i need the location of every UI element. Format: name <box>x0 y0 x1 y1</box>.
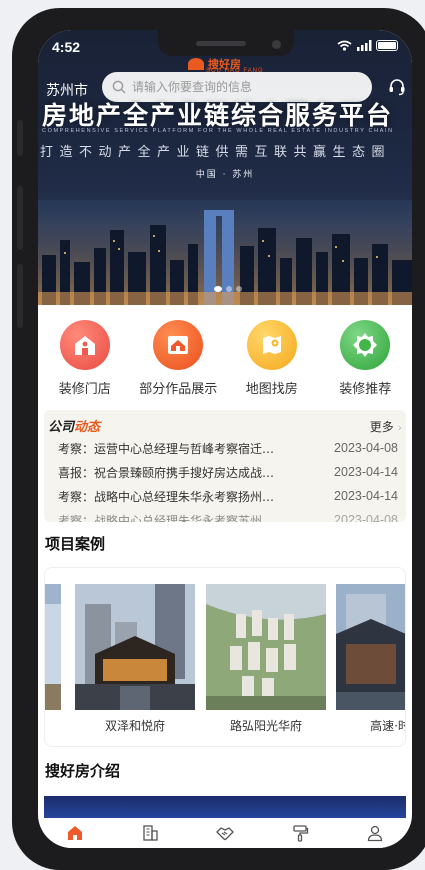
project-image <box>336 584 405 710</box>
project-name: 高速·时代 <box>370 719 405 733</box>
carousel-dot <box>236 286 242 292</box>
banner-location: 中国 · 苏州 <box>195 170 255 180</box>
banner-slogan: 打造不动产全产业链供需互联共赢生态圈 <box>40 145 392 160</box>
hero-banner[interactable]: 4:52 搜好房 SOU HAO FANG 苏州市 请输入你要查询的信息 房地产… <box>38 30 412 305</box>
banner-english-line: COMPREHENSIVE SERVICE PLATFORM FOR THE W… <box>42 128 394 134</box>
phone-volume-down <box>17 264 23 328</box>
news-brand-b: 动态 <box>74 420 101 435</box>
news-item-date: 2023-04-14 <box>334 489 398 503</box>
phone-volume-up <box>17 186 23 250</box>
quick-nav-gallery[interactable]: 部分作品展示 <box>133 320 223 400</box>
quick-nav-label: 地图找房 <box>245 382 298 397</box>
project-name: 双泽和悦府 <box>104 719 165 733</box>
bottom-tab-bar <box>38 818 412 848</box>
news-item-title: 考察：战略中心总经理朱华永考察扬州… <box>58 489 275 504</box>
project-card[interactable]: 高速·时代 <box>336 584 405 734</box>
store-icon <box>59 320 110 370</box>
news-list: 考察：运营中心总经理与哲峰考察宿迁… 2023-04-08 喜报：祝合景臻颐府携… <box>58 436 398 522</box>
carousel-dot <box>226 286 232 292</box>
recommend-icon <box>340 320 391 370</box>
earpiece-speaker <box>196 41 246 46</box>
status-time: 4:52 <box>52 39 81 55</box>
logo-mark-icon <box>188 58 204 70</box>
tab-buildings[interactable] <box>130 820 170 846</box>
quick-nav-label: 装修门店 <box>58 382 111 397</box>
home-icon <box>68 826 83 840</box>
tab-decoration[interactable] <box>280 820 320 846</box>
battery-icon <box>376 40 398 51</box>
news-more-link[interactable]: 更多 › <box>370 418 402 435</box>
news-item-date: 2023-04-08 <box>334 513 398 522</box>
tab-home[interactable] <box>55 820 95 846</box>
search-input[interactable] <box>132 80 352 94</box>
news-item-title: 考察：战略中心总经理朱华永考察苏州… <box>58 513 275 523</box>
handshake-icon <box>216 827 234 841</box>
user-icon <box>367 825 382 842</box>
quick-nav-label: 部分作品展示 <box>139 382 218 397</box>
news-item[interactable]: 考察：运营中心总经理与哲峰考察宿迁… 2023-04-08 <box>58 436 398 460</box>
intro-section-title: 搜好房介绍 <box>45 762 121 780</box>
project-card[interactable]: 双泽和悦府 <box>75 584 195 734</box>
app-screen: 4:52 搜好房 SOU HAO FANG 苏州市 请输入你要查询的信息 房地产… <box>38 30 412 848</box>
search-icon <box>112 80 126 94</box>
banner-headline: 房地产全产业链综合服务平台 <box>42 101 394 130</box>
intro-banner-image[interactable] <box>44 796 406 820</box>
news-more-label: 更多 <box>369 420 394 434</box>
quick-nav-map[interactable]: 地图找房 <box>227 320 317 400</box>
project-image <box>75 584 195 710</box>
gallery-icon <box>153 320 204 370</box>
map-icon <box>246 320 297 370</box>
tab-profile[interactable] <box>355 820 395 846</box>
project-cases-carousel[interactable]: 双泽和悦府 路弘阳光华府 高速· <box>44 567 406 747</box>
signal-icon <box>357 40 372 51</box>
project-card[interactable]: 路弘阳光华府 <box>206 584 326 734</box>
phone-mute-switch <box>17 120 23 156</box>
news-item-date: 2023-04-14 <box>334 465 398 479</box>
quick-nav-recommend[interactable]: 装修推荐 <box>320 320 410 400</box>
news-header: 公司动态 更多 › <box>48 416 402 435</box>
carousel-dot <box>214 286 222 292</box>
news-item[interactable]: 考察：战略中心总经理朱华永考察苏州… 2023-04-08 <box>58 508 398 522</box>
news-item-date: 2023-04-08 <box>334 441 398 455</box>
chevron-right-icon: › <box>397 421 402 434</box>
news-item-title: 考察：运营中心总经理与哲峰考察宿迁… <box>58 441 275 456</box>
customer-service-icon[interactable] <box>388 78 406 96</box>
company-news-panel: 公司动态 更多 › 考察：运营中心总经理与哲峰考察宿迁… 2023-04-08 … <box>44 410 406 522</box>
news-brand-a: 公司 <box>48 420 75 435</box>
carousel-indicator <box>214 286 242 292</box>
project-image <box>206 584 326 710</box>
front-camera <box>272 40 281 49</box>
projects-section-title: 项目案例 <box>45 535 106 553</box>
tab-partners[interactable] <box>205 820 245 846</box>
wifi-icon <box>337 40 352 51</box>
news-brand: 公司动态 <box>48 416 100 435</box>
quick-nav: 装修门店 部分作品展示 地图找房 装修推荐 <box>38 320 412 400</box>
project-name: 路弘阳光华府 <box>229 719 302 733</box>
project-card-partial[interactable] <box>45 584 61 710</box>
news-item[interactable]: 喜报：祝合景臻颐府携手搜好房达成战… 2023-04-14 <box>58 460 398 484</box>
building-icon <box>143 825 158 841</box>
camera-notch <box>158 30 294 56</box>
quick-nav-store[interactable]: 装修门店 <box>40 320 130 400</box>
project-image <box>45 584 61 710</box>
paint-roller-icon <box>293 825 308 842</box>
status-icons <box>337 40 398 51</box>
news-item[interactable]: 考察：战略中心总经理朱华永考察扬州… 2023-04-14 <box>58 484 398 508</box>
quick-nav-label: 装修推荐 <box>339 382 392 397</box>
news-item-title: 喜报：祝合景臻颐府携手搜好房达成战… <box>58 465 275 480</box>
